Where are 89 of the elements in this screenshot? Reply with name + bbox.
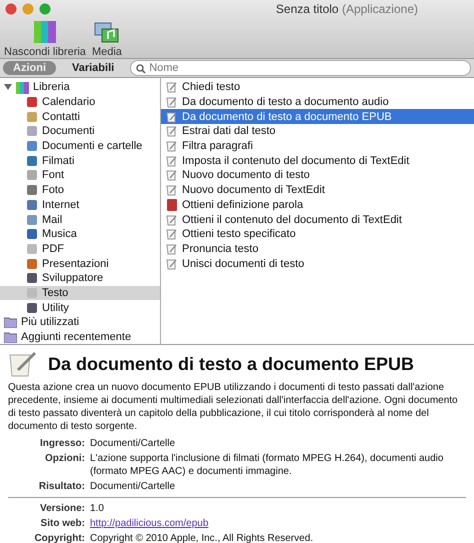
field-value: Copyright © 2010 Apple, Inc., All Rights Reserved. <box>90 532 314 543</box>
action-item[interactable]: Filtra paragrafi <box>161 138 474 154</box>
close-button[interactable] <box>5 3 17 15</box>
sidebar-item[interactable]: Musica <box>0 226 160 242</box>
field-label: Opzioni: <box>44 452 85 466</box>
action-description: Questa azione crea un nuovo documento EPUB utilizzando i documenti di testo passati dall'azione precedente, insieme ai documenti multimediali selezionati dall'interfaccia dell'azione. Ogni documento di testo passato diventerà un capitolo della pubblicazione, il cui titolo corrisponderà al nome del documento di testo sorgente. <box>8 381 459 433</box>
sidebar-item[interactable]: PDF <box>0 242 160 256</box>
books-icon <box>16 80 29 94</box>
sidebar-item[interactable]: Testo <box>0 286 160 300</box>
category-icon <box>26 272 38 284</box>
field-value: L'azione supporta l'inclusione di filmati (formato MPEG H.264), documenti audio (formato MPEG AAC) e documenti immagine. <box>90 452 444 478</box>
category-icon <box>26 154 38 167</box>
sidebar-item[interactable]: Documenti <box>0 124 160 139</box>
action-item[interactable]: Da documento di testo a documento EPUB <box>161 109 474 124</box>
action-item[interactable]: Chiedi testo <box>161 80 474 95</box>
field-label: Versione: <box>38 502 85 515</box>
category-icon <box>26 110 38 123</box>
notepad-icon <box>166 125 178 138</box>
sidebar-item[interactable]: Utility <box>0 300 160 315</box>
sidebar-item[interactable]: Sviluppatore <box>0 270 160 286</box>
category-icon <box>26 198 38 211</box>
category-icon <box>26 214 38 226</box>
minimize-button[interactable] <box>22 3 34 15</box>
action-item[interactable]: Nuovo documento di testo <box>161 168 474 183</box>
media-button[interactable]: Media <box>92 20 122 58</box>
category-icon <box>26 286 38 299</box>
notepad-icon <box>166 228 178 240</box>
notepad-icon <box>166 214 178 226</box>
notepad-icon <box>166 184 178 196</box>
sidebar-item[interactable]: Aggiunti recentemente <box>0 330 160 344</box>
sidebar-item[interactable]: Calendario <box>0 94 160 110</box>
action-title: Da documento di testo a documento EPUB <box>48 354 414 374</box>
sidebar-item[interactable]: Internet <box>0 198 160 212</box>
media-icon <box>94 20 120 44</box>
folder-icon <box>4 316 17 328</box>
window-title: Senza titolo <box>276 2 339 16</box>
action-item[interactable]: Pronuncia testo <box>161 242 474 256</box>
hide-library-button[interactable]: Nascondi libreria <box>4 20 86 58</box>
category-icon <box>26 140 38 152</box>
notepad-icon <box>166 242 178 255</box>
notepad-icon <box>8 350 38 378</box>
sidebar-item[interactable]: Contatti <box>0 109 160 124</box>
action-item[interactable]: Unisci documenti di testo <box>161 256 474 271</box>
action-item[interactable]: Ottieni definizione parola <box>161 198 474 212</box>
notepad-icon <box>166 140 178 152</box>
action-item[interactable]: Estrai dati dal testo <box>161 124 474 139</box>
sidebar-item[interactable]: Documenti e cartelle <box>0 138 160 154</box>
notepad-icon <box>166 96 178 108</box>
field-value: Documenti/Cartelle <box>90 480 176 493</box>
category-icon <box>26 169 38 182</box>
folder-icon <box>4 331 17 344</box>
category-icon <box>26 96 38 108</box>
tab[interactable]: Variabili <box>62 61 124 75</box>
action-item[interactable]: Imposta il contenuto del documento di TextEdit <box>161 153 474 168</box>
books-icon <box>32 20 58 44</box>
category-icon <box>26 302 38 314</box>
sidebar-item[interactable]: Font <box>0 168 160 183</box>
notepad-icon <box>166 169 178 182</box>
zoom-button[interactable] <box>39 3 51 15</box>
sidebar-item[interactable]: Mail <box>0 212 160 227</box>
category-icon <box>26 125 38 138</box>
field-label: Ingresso: <box>38 437 85 450</box>
website-link[interactable]: http://padilicious.com/epub <box>90 517 466 530</box>
field-value: 1.0 <box>90 502 105 515</box>
disclosure-triangle-icon[interactable] <box>4 83 12 92</box>
category-icon <box>26 184 38 196</box>
notepad-icon <box>166 81 178 94</box>
book-icon <box>166 198 178 211</box>
field-label: Sito web: <box>40 517 85 530</box>
category-icon <box>26 258 38 270</box>
search-field[interactable]: Nome <box>130 60 471 76</box>
notepad-icon <box>166 110 178 123</box>
category-icon <box>26 228 38 240</box>
field-label: Copyright: <box>33 532 85 543</box>
sidebar-item[interactable]: Più utilizzati <box>0 315 160 330</box>
sidebar-item[interactable]: Filmati <box>0 153 160 168</box>
sidebar-item[interactable]: Presentazioni <box>0 256 160 271</box>
action-item[interactable]: Da documento di testo a documento audio <box>161 94 474 110</box>
notepad-icon <box>166 154 178 167</box>
category-icon <box>26 242 38 255</box>
notepad-icon <box>166 258 178 270</box>
action-item[interactable]: Ottieni il contenuto del documento di TextEdit <box>161 212 474 227</box>
sidebar-item[interactable]: Libreria <box>0 80 160 95</box>
field-label: Risultato: <box>38 480 85 493</box>
field-value: Documenti/Cartelle <box>90 437 176 450</box>
window-subtitle: (Applicazione) <box>342 2 418 16</box>
sidebar-item[interactable]: Foto <box>0 182 160 198</box>
action-item[interactable]: Nuovo documento di TextEdit <box>161 182 474 198</box>
action-item[interactable]: Ottieni testo specificato <box>161 226 474 242</box>
